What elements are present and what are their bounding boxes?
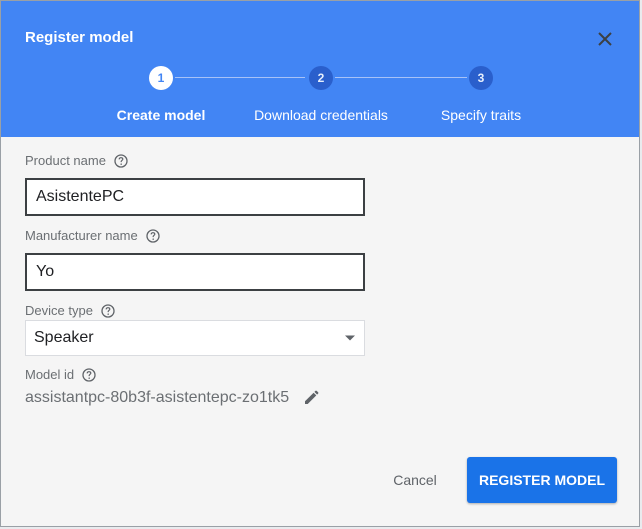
product-name-label: Product name	[25, 153, 106, 168]
device-type-value: Speaker	[34, 329, 94, 346]
close-icon[interactable]	[593, 27, 617, 51]
product-name-label-row: Product name	[25, 153, 128, 168]
step-3-indicator: 3	[469, 66, 493, 90]
model-id-label-row: Model id	[25, 367, 96, 382]
register-model-button[interactable]: REGISTER MODEL	[467, 457, 617, 503]
manufacturer-name-input[interactable]	[25, 253, 365, 291]
stepper-connector	[175, 77, 305, 78]
stepper-connector	[335, 77, 467, 78]
manufacturer-name-label-row: Manufacturer name	[25, 228, 160, 243]
model-id-row: assistantpc-80b3f-asistentepc-zo1tk5	[25, 389, 319, 407]
model-id-label: Model id	[25, 367, 75, 382]
manufacturer-name-label: Manufacturer name	[25, 228, 138, 243]
edit-icon[interactable]	[303, 390, 319, 406]
dialog-header: Register model 1 2 3 Create model Downlo…	[1, 1, 639, 137]
step-1-indicator: 1	[149, 66, 173, 90]
help-icon[interactable]	[114, 153, 128, 168]
help-icon[interactable]	[82, 367, 96, 382]
step-2-indicator: 2	[309, 66, 333, 90]
help-icon[interactable]	[146, 228, 160, 243]
step-3-label: Specify traits	[440, 107, 522, 123]
step-2-label: Download credentials	[254, 107, 388, 123]
device-type-label: Device type	[25, 303, 93, 318]
dropdown-arrow-icon	[344, 329, 356, 347]
register-model-dialog: Register model 1 2 3 Create model Downlo…	[0, 0, 640, 527]
step-1-label: Create model	[116, 107, 206, 123]
help-icon[interactable]	[101, 303, 115, 318]
device-type-select[interactable]: Speaker	[25, 320, 365, 356]
device-type-label-row: Device type	[25, 303, 115, 318]
cancel-button[interactable]: Cancel	[377, 459, 453, 501]
product-name-input[interactable]	[25, 178, 365, 216]
model-id-value: assistantpc-80b3f-asistentepc-zo1tk5	[25, 389, 290, 406]
dialog-title: Register model	[25, 29, 134, 46]
